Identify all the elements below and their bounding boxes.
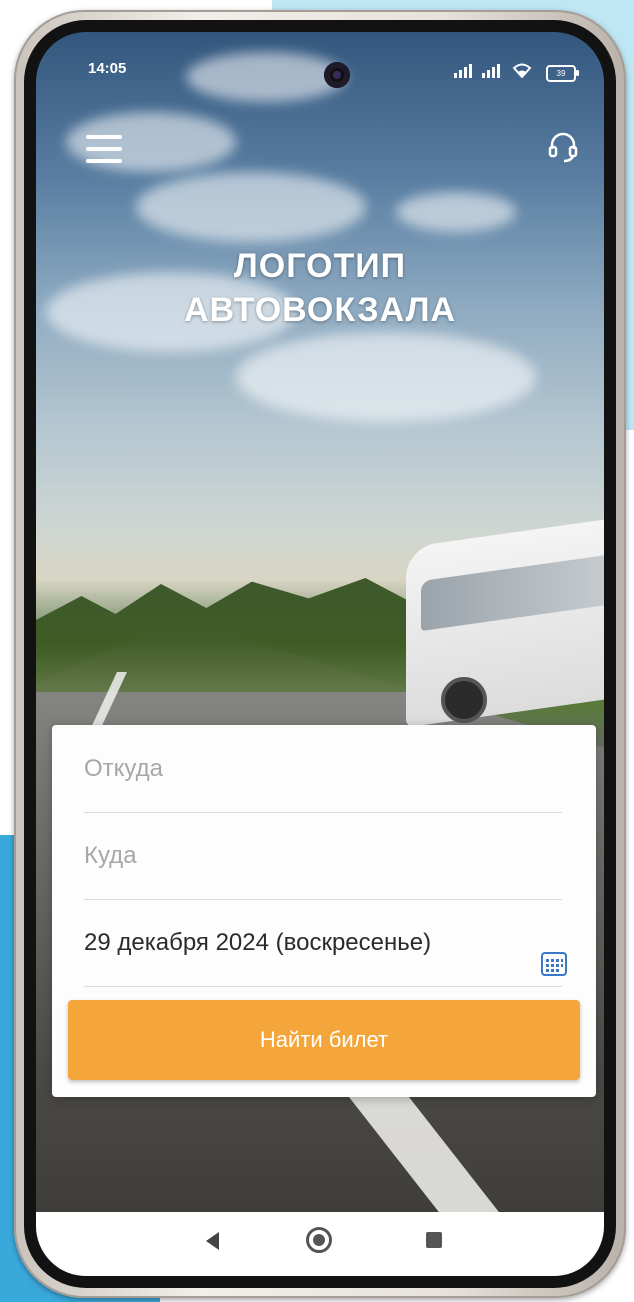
- wifi-icon: [512, 62, 532, 81]
- bus-wheel: [441, 677, 487, 723]
- home-circle-icon[interactable]: [306, 1227, 332, 1253]
- date-value: 29 декабря 2024 (воскресенье): [84, 929, 432, 956]
- ticket-search-card: Откуда Куда 29 декабря 2024 (воскресенье…: [52, 725, 596, 1097]
- cloud: [136, 172, 366, 242]
- cloud: [236, 332, 536, 422]
- status-bar: 14:05 39: [36, 32, 604, 92]
- date-field[interactable]: 29 декабря 2024 (воскресенье): [84, 899, 567, 987]
- headset-icon[interactable]: [546, 129, 580, 163]
- logo-line-1: ЛОГОТИП: [233, 247, 407, 285]
- recents-square-icon[interactable]: [426, 1232, 442, 1248]
- front-camera: [324, 62, 350, 88]
- signal-icon: [482, 64, 504, 81]
- station-logo: ЛОГОТИП АВТОВОКЗАЛА: [36, 244, 604, 332]
- phone-frame: 14:05 39 ЛОГОТИП АВТОВОКЗАЛА Откуда Куда…: [14, 10, 626, 1298]
- system-nav-bar: [36, 1212, 604, 1276]
- calendar-icon[interactable]: [540, 927, 568, 976]
- find-ticket-button[interactable]: Найти билет: [68, 1000, 580, 1080]
- app-screen: 14:05 39 ЛОГОТИП АВТОВОКЗАЛА Откуда Куда…: [36, 32, 604, 1276]
- back-triangle-icon[interactable]: [206, 1232, 219, 1250]
- logo-line-2: АВТОВОКЗАЛА: [183, 291, 457, 329]
- to-field[interactable]: Куда: [84, 812, 562, 900]
- from-field[interactable]: Откуда: [84, 725, 562, 813]
- hamburger-menu-icon[interactable]: [86, 135, 122, 165]
- status-time: 14:05: [88, 60, 127, 77]
- signal-icon: [454, 64, 476, 81]
- cloud: [396, 192, 516, 232]
- battery-icon: 39: [546, 65, 579, 82]
